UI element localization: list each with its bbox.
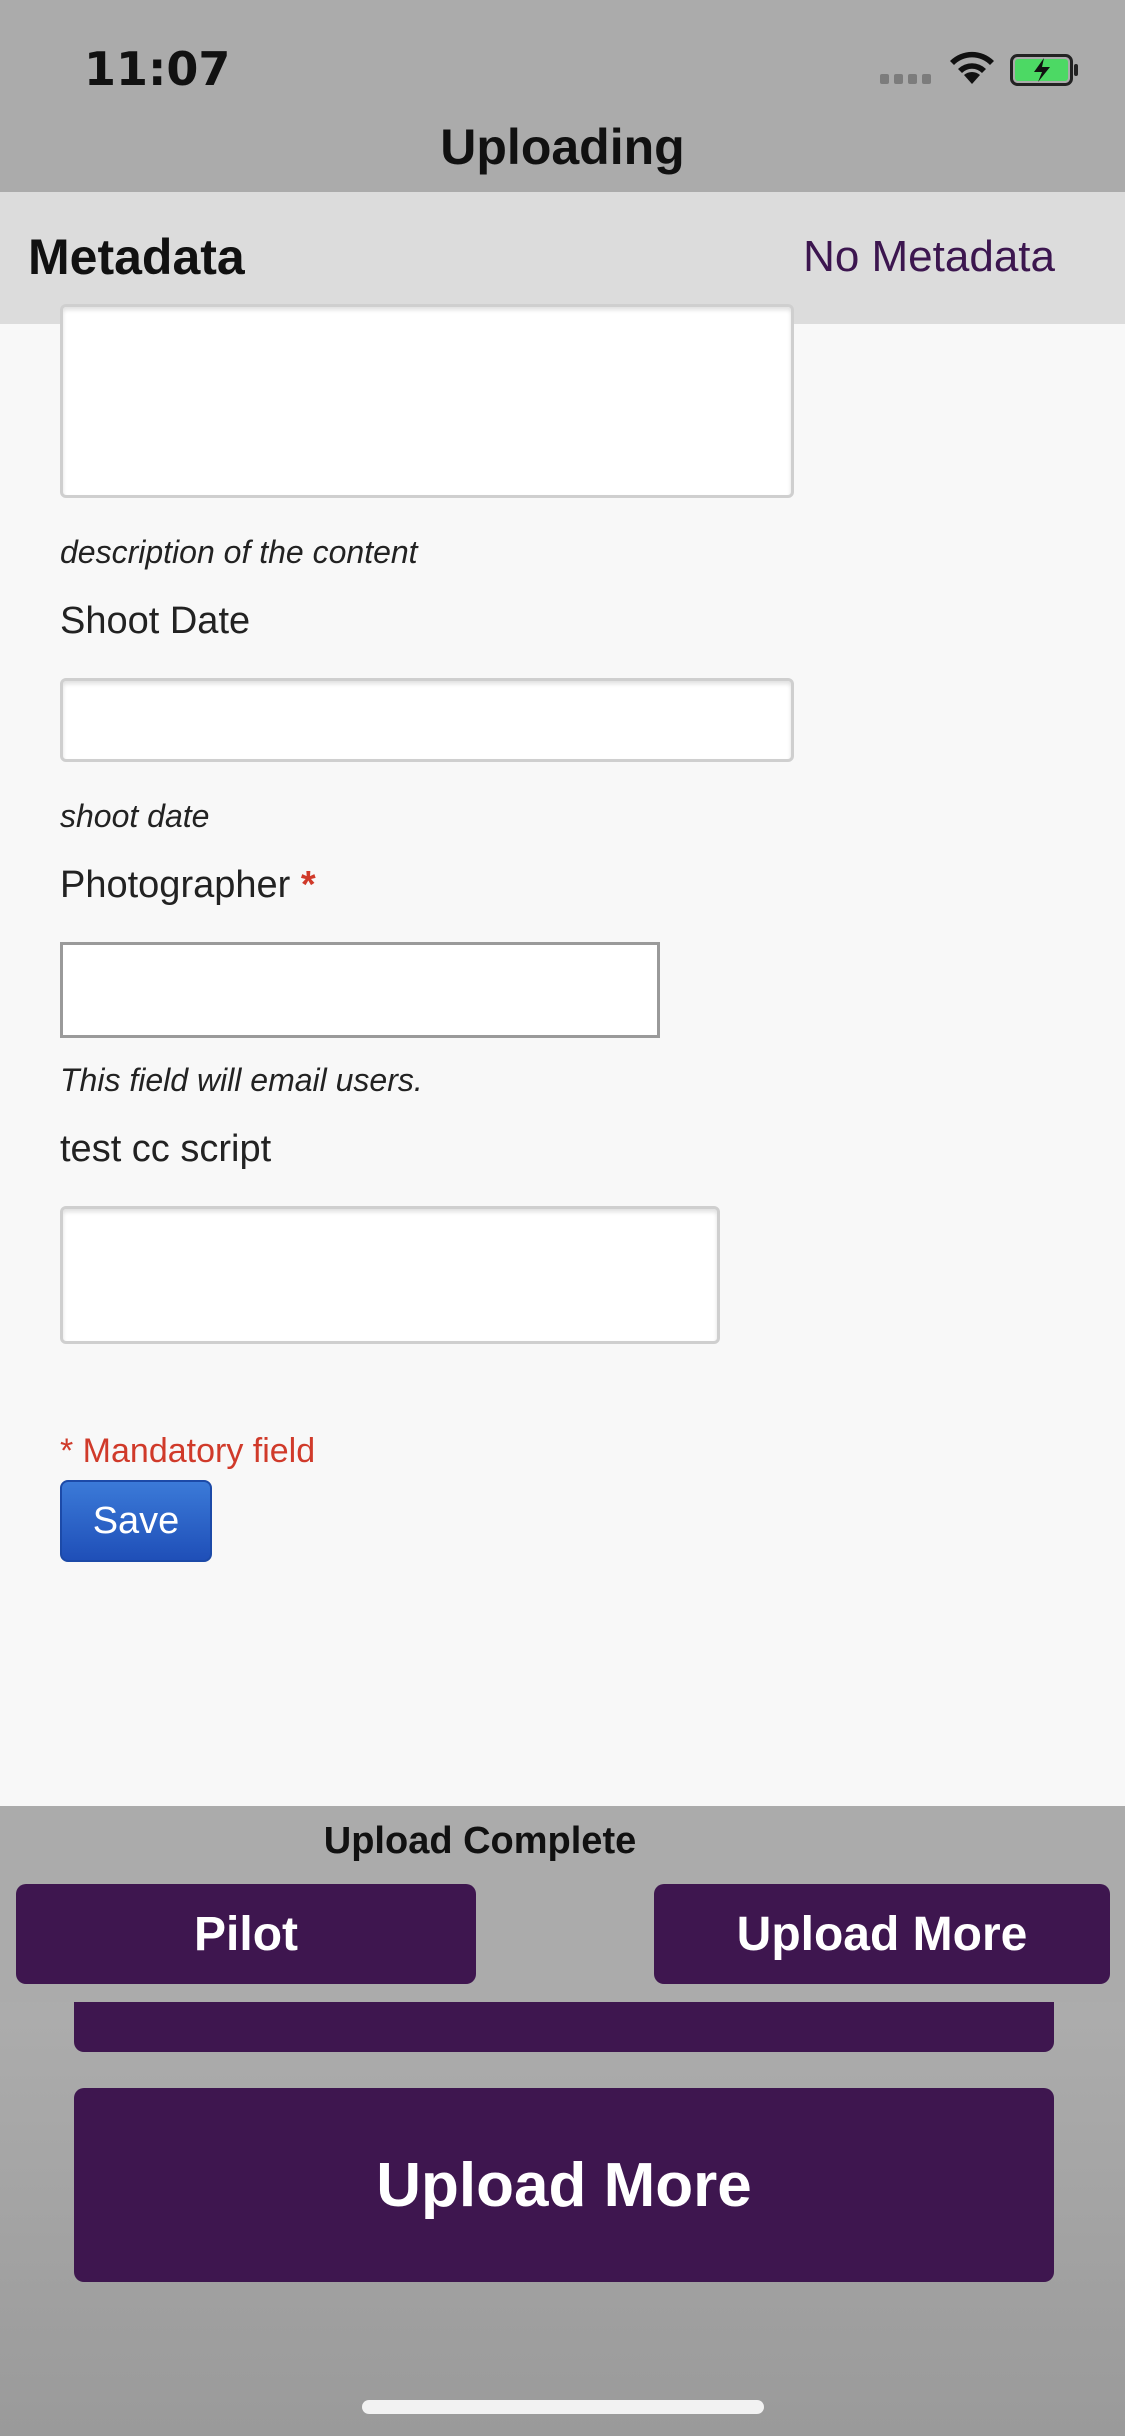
upload-more-button[interactable]: Upload More <box>654 1884 1110 1984</box>
status-time: 11:07 <box>84 42 231 96</box>
cc-script-label: test cc script <box>60 1128 272 1170</box>
signal-dots-icon <box>880 74 931 84</box>
shoot-date-label: Shoot Date <box>60 600 251 642</box>
upload-complete-bar: Upload Complete Pilot Upload More <box>0 1806 1125 2002</box>
home-indicator[interactable] <box>362 2400 764 2414</box>
description-textarea[interactable] <box>60 304 794 498</box>
metadata-title: Metadata <box>28 229 245 285</box>
description-help-text: description of the content <box>60 534 418 570</box>
upload-complete-status: Upload Complete <box>323 1820 637 1862</box>
photographer-input[interactable] <box>60 942 660 1038</box>
bottom-panel: Upload Complete Pilot Upload More Upload… <box>0 1806 1125 2436</box>
photographer-label-text: Photographer <box>60 864 291 906</box>
metadata-form: description of the content Shoot Date sh… <box>0 304 1125 1806</box>
photographer-help-text: This field will email users. <box>60 1062 423 1098</box>
wifi-icon <box>950 51 994 84</box>
save-button[interactable]: Save <box>60 1480 212 1562</box>
upload-more-large-button[interactable]: Upload More <box>74 2088 1054 2282</box>
photographer-label: Photographer * <box>60 864 316 907</box>
battery-charging-icon <box>1010 54 1078 86</box>
no-metadata-link[interactable]: No Metadata <box>803 232 1055 282</box>
nav-title: Uploading <box>440 119 685 175</box>
mandatory-field-note: * Mandatory field <box>60 1432 316 1470</box>
partially-hidden-button <box>74 2002 1054 2052</box>
shoot-date-help-text: shoot date <box>60 798 210 834</box>
cc-script-textarea[interactable] <box>60 1206 720 1344</box>
shoot-date-input[interactable] <box>60 678 794 762</box>
pilot-button[interactable]: Pilot <box>16 1884 476 1984</box>
required-asterisk: * <box>300 864 316 906</box>
status-bar: 11:07 Uploading <box>0 0 1125 192</box>
